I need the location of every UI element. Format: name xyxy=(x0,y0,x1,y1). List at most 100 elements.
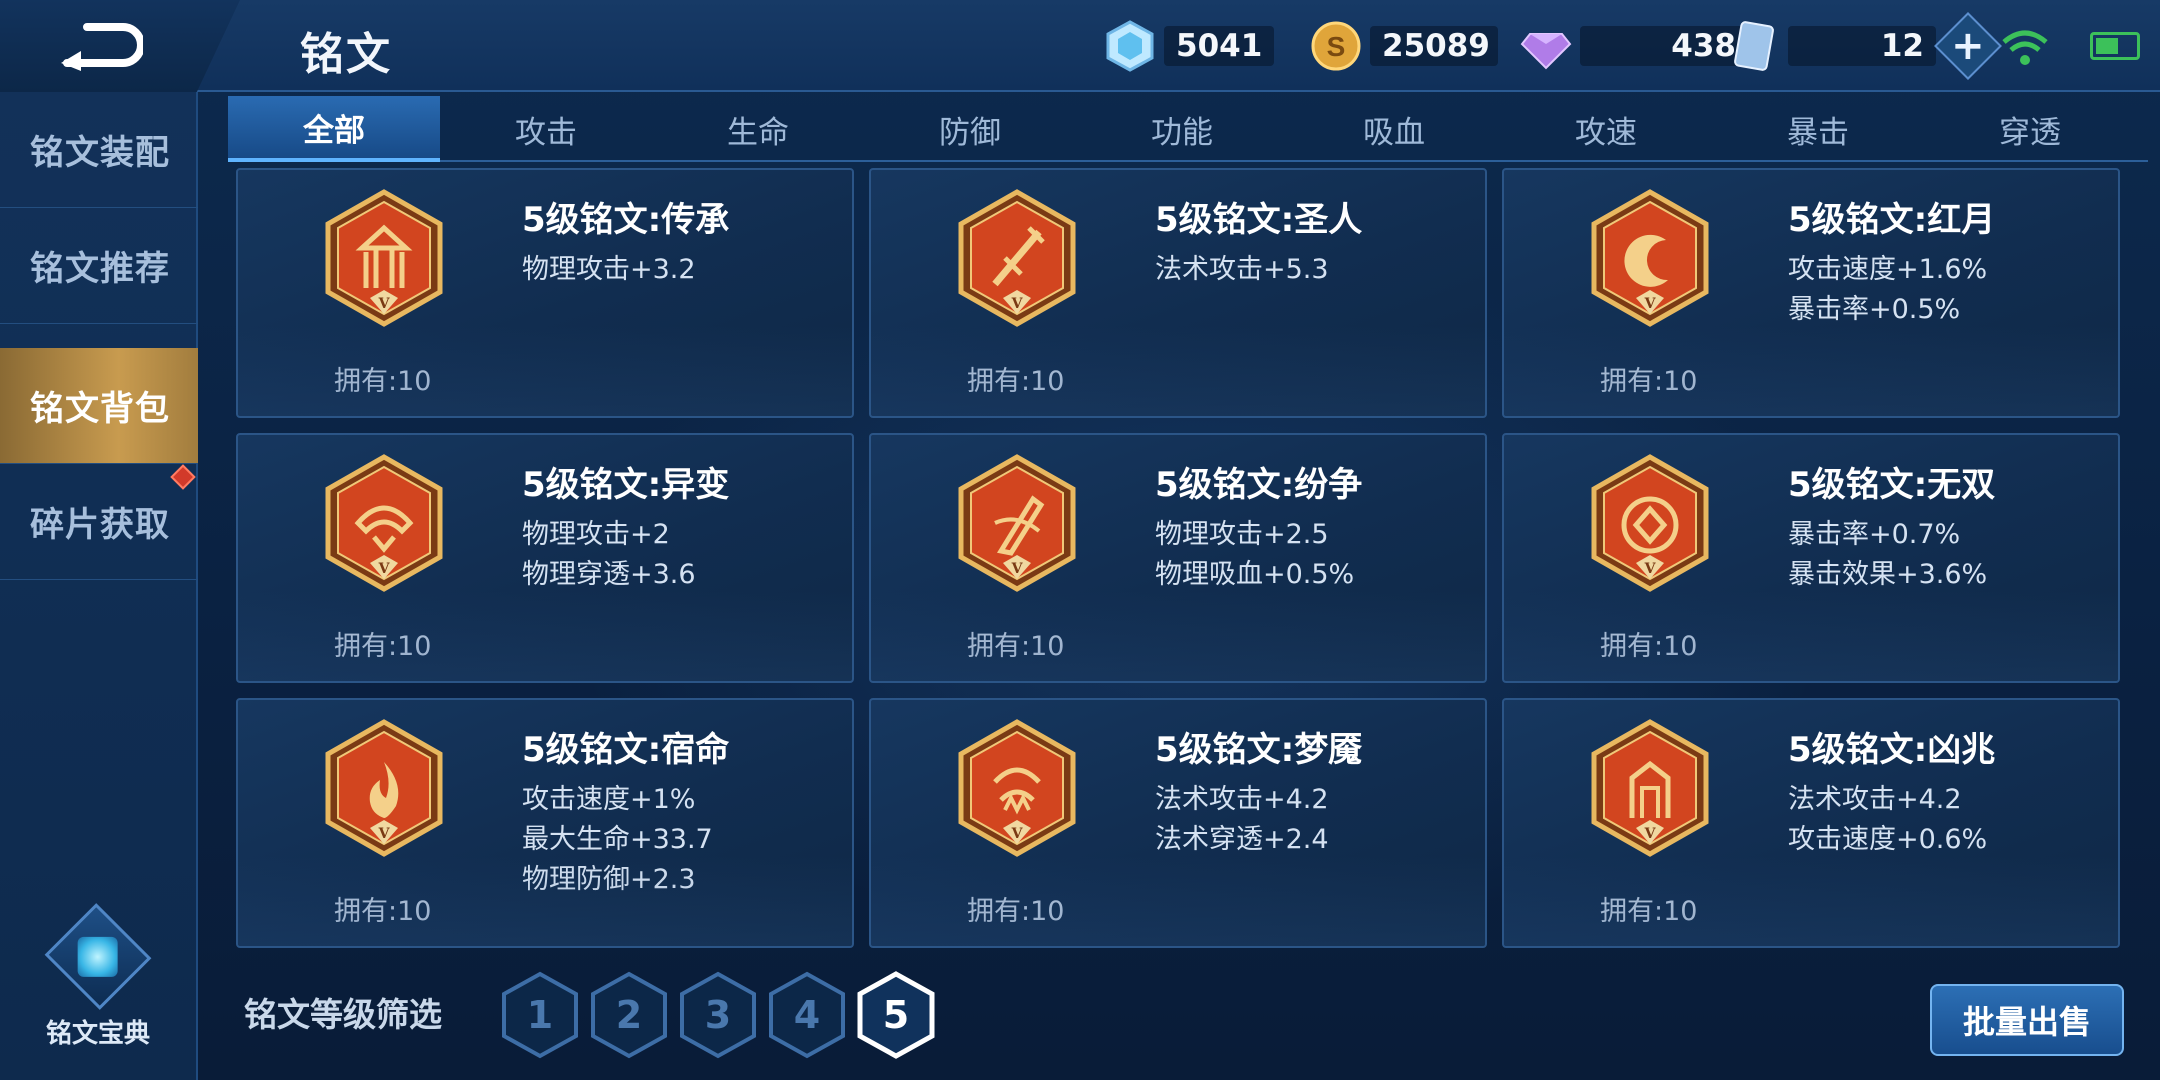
inscription-card[interactable]: V 5级铭文:异变物理攻击+2 物理穿透+3.6 拥有:10 xyxy=(236,433,854,683)
batch-sell-button[interactable]: 批量出售 xyxy=(1930,984,2124,1056)
stat-line: 法术穿透+2.4 xyxy=(1155,824,1329,855)
owned-count: 拥有:10 xyxy=(1600,366,1698,397)
inscription-card[interactable]: V 5级铭文:圣人法术攻击+5.3 拥有:10 xyxy=(869,168,1487,418)
tab-defense[interactable]: 防御 xyxy=(864,96,1076,162)
owned-count: 拥有:10 xyxy=(1600,631,1698,662)
tab-all[interactable]: 全部 xyxy=(228,96,440,162)
level-mark: V xyxy=(1644,296,1657,312)
category-tabs: 全部 攻击 生命 防御 功能 吸血 攻速 暴击 穿透 xyxy=(228,96,2148,162)
stat-line: 最大生命+33.7 xyxy=(522,824,713,855)
level-filter-5[interactable]: 5 xyxy=(856,970,936,1060)
inscription-card[interactable]: V 5级铭文:传承 物理攻击+3.2 拥有:10 xyxy=(236,168,854,418)
inscription-card[interactable]: V 5级铭文:梦魇法术攻击+4.2 法术穿透+2.4 拥有:10 xyxy=(869,698,1487,948)
stat-line: 攻击速度+1.6% xyxy=(1788,254,1988,285)
level-mark: V xyxy=(378,826,391,842)
codex-book-icon xyxy=(44,903,152,1010)
level-number: 2 xyxy=(615,993,643,1037)
sidebar-item-label: 碎片获取 xyxy=(30,505,170,545)
codex-button[interactable]: 铭文宝典 xyxy=(38,903,158,1050)
inscription-name: 5级铭文:无双 xyxy=(1788,465,1996,505)
stat-line: 物理穿透+3.6 xyxy=(522,559,696,590)
inscription-emblem-icon: V xyxy=(325,454,443,592)
gold-counter: S 25089 xyxy=(1310,18,1498,74)
owned-count: 拥有:10 xyxy=(967,896,1065,927)
inscription-emblem-icon: V xyxy=(958,454,1076,592)
card-icon xyxy=(1734,21,1774,71)
inscription-name: 5级铭文:圣人 xyxy=(1155,200,1363,240)
add-button[interactable]: + xyxy=(1934,12,2002,80)
stat-line: 物理攻击+2.5 xyxy=(1155,519,1329,550)
tab-attack[interactable]: 攻击 xyxy=(440,96,652,162)
inscription-name: 5级铭文:异变 xyxy=(522,465,730,505)
level-mark: V xyxy=(378,296,391,312)
level-filter-2[interactable]: 2 xyxy=(589,970,669,1060)
tab-critical[interactable]: 暴击 xyxy=(1712,96,1924,162)
stat-line: 法术攻击+4.2 xyxy=(1155,784,1329,815)
sidebar-item-fragments[interactable]: 碎片获取 xyxy=(0,464,198,580)
level-mark: V xyxy=(1011,561,1024,577)
crystal-icon xyxy=(1106,20,1154,72)
level-mark: V xyxy=(1011,826,1024,842)
sidebar: 铭文装配 铭文推荐 铭文背包 碎片获取 铭文宝典 xyxy=(0,92,198,1080)
inscription-emblem-icon: V xyxy=(325,189,443,327)
level-number: 1 xyxy=(526,993,554,1037)
inscription-emblem-icon: V xyxy=(958,719,1076,857)
stat-line: 法术攻击+5.3 xyxy=(1155,254,1329,285)
level-mark: V xyxy=(1011,296,1024,312)
back-button[interactable] xyxy=(0,0,240,92)
tab-function[interactable]: 功能 xyxy=(1076,96,1288,162)
sidebar-item-equip[interactable]: 铭文装配 xyxy=(0,92,198,208)
card-counter: 12 + xyxy=(1728,12,2002,80)
notification-dot xyxy=(170,464,196,490)
tab-penetration[interactable]: 穿透 xyxy=(1924,96,2136,162)
tab-lifesteal[interactable]: 吸血 xyxy=(1288,96,1500,162)
owned-count: 拥有:10 xyxy=(334,631,432,662)
gold-coin-icon: S xyxy=(1311,21,1361,71)
owned-count: 拥有:10 xyxy=(967,366,1065,397)
level-mark: V xyxy=(1644,826,1657,842)
inscription-name: 5级铭文:纷争 xyxy=(1155,465,1363,505)
diamond-icon xyxy=(1520,33,1572,70)
level-number: 4 xyxy=(793,993,821,1037)
inscription-name: 5级铭文:宿命 xyxy=(522,730,730,770)
level-filter-3[interactable]: 3 xyxy=(678,970,758,1060)
inscription-name: 5级铭文:梦魇 xyxy=(1155,730,1363,770)
inscription-emblem-icon: V xyxy=(958,189,1076,327)
stat-line: 暴击率+0.7% xyxy=(1788,519,1961,550)
sidebar-item-recommend[interactable]: 铭文推荐 xyxy=(0,208,198,324)
inscription-card[interactable]: V 5级铭文:无双 暴击率+0.7% 暴击效果+3.6% 拥有:10 xyxy=(1502,433,2120,683)
codex-label: 铭文宝典 xyxy=(45,1019,150,1049)
level-filter-label: 铭文等级筛选 xyxy=(244,995,442,1034)
owned-count: 拥有:10 xyxy=(334,366,432,397)
inscription-card[interactable]: V 5级铭文:凶兆法术攻击+4.2 攻击速度+0.6% 拥有:10 xyxy=(1502,698,2120,948)
inscription-name: 5级铭文:凶兆 xyxy=(1788,730,1996,770)
sidebar-item-backpack[interactable]: 铭文背包 xyxy=(0,348,198,464)
wifi-icon xyxy=(2002,30,2048,65)
inscription-card[interactable]: V 5级铭文:红月 攻击速度+1.6% 暴击率+0.5% 拥有:10 xyxy=(1502,168,2120,418)
level-filter-1[interactable]: 1 xyxy=(500,970,580,1060)
inscription-emblem-icon: V xyxy=(1591,719,1709,857)
inscription-stats: 法术攻击+4.2 法术穿透+2.4 xyxy=(1155,780,1329,860)
inscription-emblem-icon: V xyxy=(1591,189,1709,327)
card-value: 12 xyxy=(1788,26,1936,66)
page-title: 铭文 xyxy=(300,29,392,80)
inscription-emblem-icon: V xyxy=(325,719,443,857)
inscription-card[interactable]: V 5级铭文:宿命 攻击速度+1% 最大生命+33.7 物理防御+2.3 拥有:10 xyxy=(236,698,854,948)
inscription-card[interactable]: V 5级铭文:纷争 物理攻击+2.5 物理吸血+0.5% 拥有:10 xyxy=(869,433,1487,683)
svg-text:S: S xyxy=(1327,31,1346,62)
owned-count: 拥有:10 xyxy=(334,896,432,927)
stat-line: 暴击率+0.5% xyxy=(1788,294,1961,325)
tab-attack-speed[interactable]: 攻速 xyxy=(1500,96,1712,162)
tab-health[interactable]: 生命 xyxy=(652,96,864,162)
level-number: 3 xyxy=(704,993,732,1037)
back-arrow-icon xyxy=(61,23,143,71)
owned-count: 拥有:10 xyxy=(1600,896,1698,927)
inscription-stats: 攻击速度+1.6% 暴击率+0.5% xyxy=(1788,250,1987,330)
owned-count: 拥有:10 xyxy=(967,631,1065,662)
level-filter-4[interactable]: 4 xyxy=(767,970,847,1060)
inscription-name: 5级铭文:传承 xyxy=(522,200,730,240)
inscription-stats: 法术攻击+4.2 攻击速度+0.6% xyxy=(1788,780,1987,860)
gold-value: 25089 xyxy=(1370,26,1498,66)
stat-line: 物理攻击+2 xyxy=(522,519,670,550)
battery-icon xyxy=(2090,32,2140,60)
